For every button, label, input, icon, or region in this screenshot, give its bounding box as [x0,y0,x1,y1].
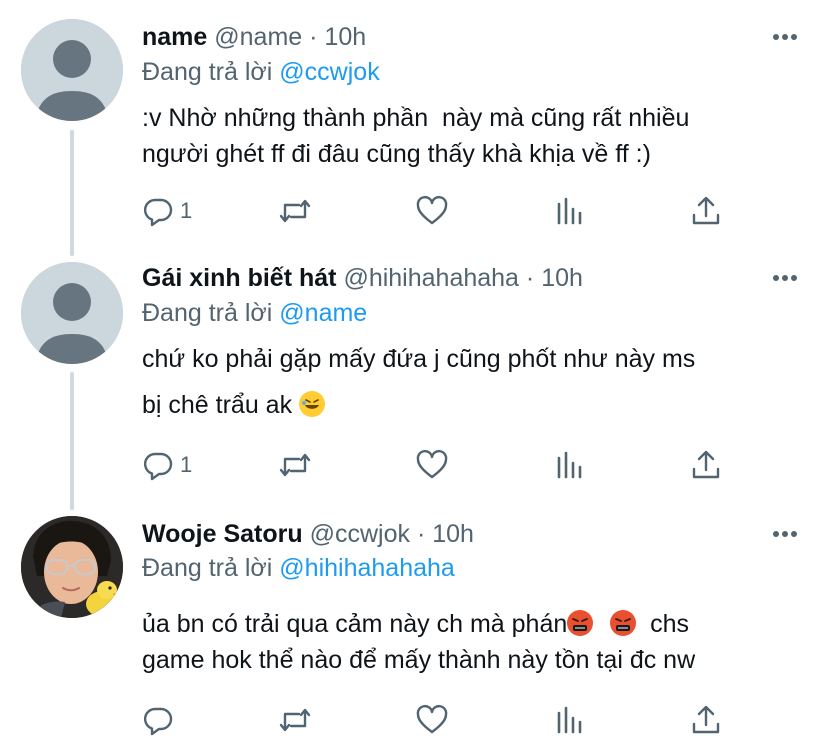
replying-to-label: Đang trả lời [142,554,273,582]
display-name[interactable]: Wooje Satoru [142,520,303,548]
timestamp[interactable]: 10h [541,264,583,292]
replying-to: Đang trả lời @name [142,298,367,328]
analytics-icon [557,451,582,479]
more-options-button[interactable] [770,519,800,549]
display-name[interactable]: Gái xinh biết hát [142,264,336,292]
analytics-button[interactable] [554,193,586,229]
more-icon [773,34,797,40]
tweet-text-line: game hok thể nào để mấy thành này tồn tạ… [142,646,696,674]
reply-icon [143,198,173,227]
cursing-face-emoji-icon [610,610,637,636]
retweet-icon [279,453,311,477]
tweet-text: ủa bn có trải qua cảm này ch mà phán chs… [142,606,812,678]
action-bar [142,702,742,738]
retweet-button[interactable] [277,702,313,738]
mention-link[interactable]: @name [279,299,367,327]
separator: · [309,23,318,51]
retweet-icon [279,199,311,223]
share-button[interactable] [690,447,722,483]
like-button[interactable] [415,447,449,483]
share-icon [692,196,720,225]
share-icon [692,705,720,734]
more-icon [773,275,797,281]
analytics-button[interactable] [554,702,586,738]
like-button[interactable] [415,702,449,738]
tweet-text-line: :v Nhờ những thành phần này mà cũng rất … [142,104,690,132]
separator: · [416,520,426,548]
tweet[interactable]: name @name · 10h Đang trả lời @ccwjok :v… [0,0,828,250]
heart-icon [416,704,448,734]
share-button[interactable] [690,193,722,229]
rolling-laughing-emoji-icon [299,391,326,417]
heart-icon [416,195,448,225]
action-bar: 1 [142,447,742,483]
retweet-button[interactable] [277,193,313,229]
avatar[interactable] [21,19,123,121]
replying-to-label: Đang trả lời [142,58,273,86]
analytics-button[interactable] [554,447,586,483]
share-button[interactable] [690,702,722,738]
cursing-face-emoji-icon [567,610,594,636]
reply-button[interactable] [142,702,174,738]
tweet-text-line: người ghét ff đi đâu cũng thấy khà khịa … [142,140,651,168]
reply-button[interactable]: 1 [142,447,192,483]
tweet[interactable]: Wooje Satoru @ccwjok · 10h Đang trả lời … [0,505,828,744]
more-icon [773,531,797,537]
tweet-text: chứ ko phải gặp mấy đứa j cũng phốt như … [142,341,812,423]
retweet-button[interactable] [277,447,313,483]
tweet-text-segment: chs [636,610,690,638]
avatar[interactable] [21,262,123,364]
retweet-icon [279,708,311,732]
default-avatar-icon [21,262,123,364]
reply-icon [143,452,173,481]
reply-icon [143,707,173,736]
analytics-icon [557,706,582,734]
like-button[interactable] [415,193,449,229]
timestamp[interactable]: 10h [432,520,474,548]
more-options-button[interactable] [770,263,800,293]
mention-link[interactable]: @hihihahahaha [279,554,455,582]
separator: · [525,264,535,292]
reply-count: 1 [180,452,193,477]
default-avatar-icon [21,19,123,121]
more-options-button[interactable] [770,22,800,52]
mention-link[interactable]: @ccwjok [279,58,379,86]
handle[interactable]: @hihihahahaha [343,264,519,292]
reply-button[interactable]: 1 [142,193,192,229]
avatar[interactable] [21,516,123,618]
tweet-header: Gái xinh biết hát @hihihahahaha · 10h [142,263,768,293]
analytics-icon [557,197,582,225]
tweet-text: :v Nhờ những thành phần này mà cũng rất … [142,100,812,172]
replying-to: Đang trả lời @ccwjok [142,57,380,87]
display-name[interactable]: name [142,23,207,51]
action-bar: 1 [142,193,742,229]
photo-avatar [21,516,123,618]
tweet-text-segment: ủa bn có trải qua cảm này ch mà phán [142,610,568,638]
replying-to-label: Đang trả lời [142,299,273,327]
tweet-header: Wooje Satoru @ccwjok · 10h [142,519,768,549]
tweet-text-line: bị chê trẩu ak [142,387,812,423]
replying-to: Đang trả lời @hihihahahaha [142,553,455,583]
timestamp[interactable]: 10h [324,23,366,51]
reply-count: 1 [180,198,193,223]
handle[interactable]: @ccwjok [310,520,410,548]
tweet-text-segment: bị chê trẩu ak [142,391,293,419]
tweet-text-line: ủa bn có trải qua cảm này ch mà phán chs [142,606,812,642]
tweet-text-line: chứ ko phải gặp mấy đứa j cũng phốt như … [142,345,696,373]
share-icon [692,450,720,479]
handle[interactable]: @name [214,23,302,51]
tweet-header: name @name · 10h [142,22,768,52]
heart-icon [416,449,448,479]
tweet[interactable]: Gái xinh biết hát @hihihahahaha · 10h Đa… [0,250,828,505]
